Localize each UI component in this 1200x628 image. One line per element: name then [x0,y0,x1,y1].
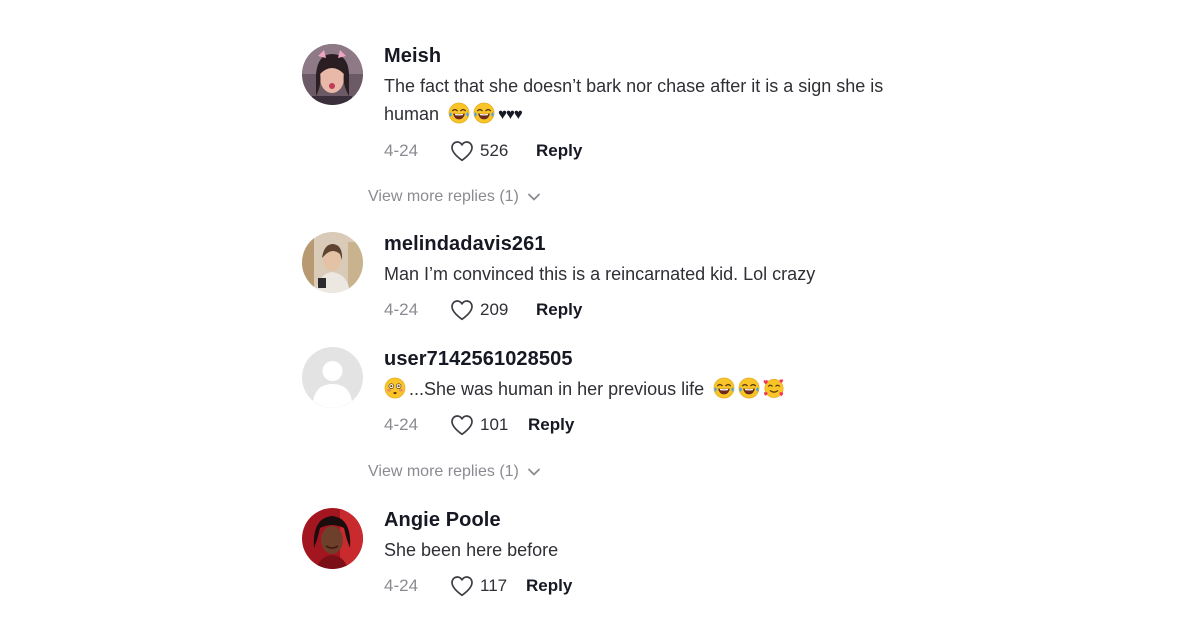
comment-text-body: ...She was human in her previous life [409,379,705,399]
avatar[interactable] [302,44,363,105]
reply-button[interactable]: Reply [528,415,574,435]
comment-date: 4-24 [384,576,419,595]
heart-outline-icon[interactable] [450,414,474,436]
like-count: 209 [480,300,509,319]
like-button[interactable]: 209 [450,299,532,321]
avatar[interactable] [302,508,363,569]
view-more-replies[interactable]: View more replies (1) [368,188,541,206]
comment-meta: 4-24 101 Reply [384,413,984,437]
comment-text: ...She was human in her previous life [384,375,984,403]
flushed-face-emoji [384,377,406,399]
reply-button[interactable]: Reply [526,576,572,596]
comment-date: 4-24 [384,415,419,434]
comment-text-line2: human [384,104,440,124]
view-more-label: View more replies (1) [368,188,519,205]
comment-username[interactable]: melindadavis261 [384,232,984,256]
tears-of-joy-emoji [713,377,735,399]
like-count: 526 [480,141,509,160]
avatar[interactable] [302,347,363,408]
smiling-face-with-hearts-emoji [763,377,785,399]
like-button[interactable]: 526 [450,140,532,162]
comment-body: Angie Poole She been here before 4-24 11… [384,508,984,598]
tears-of-joy-emoji [738,377,760,399]
comment-body: user7142561028505 ...She was human in he… [384,347,984,437]
view-more-replies[interactable]: View more replies (1) [368,463,541,481]
tears-of-joy-emoji [448,102,470,124]
comment-date: 4-24 [384,300,419,319]
view-more-label: View more replies (1) [368,463,519,480]
comment-date: 4-24 [384,141,419,160]
reply-button[interactable]: Reply [536,141,582,161]
comment-text-line1: The fact that she doesn’t bark nor chase… [384,76,884,96]
reply-button[interactable]: Reply [536,300,582,320]
comment-body: Meish The fact that she doesn’t bark nor… [384,44,984,163]
comment-username[interactable]: Meish [384,44,984,68]
like-button[interactable]: 101 [450,414,524,436]
chevron-down-icon [527,468,540,476]
like-count: 101 [480,415,509,434]
heart-outline-icon[interactable] [450,299,474,321]
comment-text: Man I’m convinced this is a reincarnated… [384,264,816,284]
chevron-down-icon [527,193,540,201]
comment-text: The fact that she doesn’t bark nor chase… [384,72,984,129]
comment-username[interactable]: Angie Poole [384,508,984,532]
comments-panel: Meish The fact that she doesn’t bark nor… [0,0,1200,628]
heart-outline-icon[interactable] [450,575,474,597]
comment-body: melindadavis261 Man I’m convinced this i… [384,232,984,322]
comment-meta: 4-24 209 Reply [384,298,984,322]
hearts-text: ♥♥♥ [498,106,523,123]
avatar[interactable] [302,232,363,293]
like-count: 117 [480,576,508,595]
like-button[interactable]: 117 [450,575,522,597]
tears-of-joy-emoji [473,102,495,124]
comment-text: She been here before [384,540,559,560]
comment-username[interactable]: user7142561028505 [384,347,984,371]
comment-meta: 4-24 526 Reply [384,139,984,163]
comment-meta: 4-24 117 Reply [384,574,984,598]
heart-outline-icon[interactable] [450,140,474,162]
